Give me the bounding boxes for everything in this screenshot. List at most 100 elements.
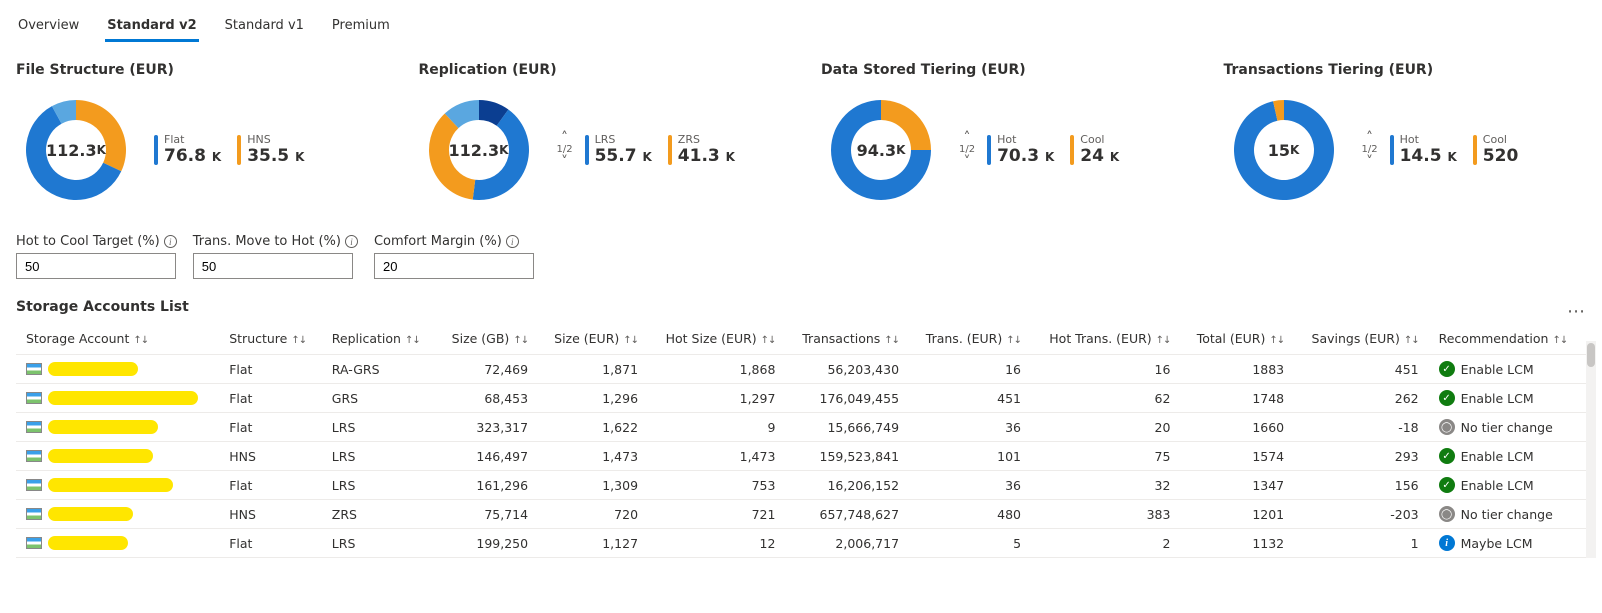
input-0[interactable]	[16, 253, 176, 279]
cell-replication: LRS	[322, 471, 436, 500]
table-row[interactable]: Flat LRS 161,296 1,309 753 16,206,152 36…	[16, 471, 1586, 500]
column-header-3[interactable]: Size (GB)↑↓	[436, 323, 538, 355]
legend-color-bar	[668, 135, 672, 165]
cell-total-eur: 1574	[1180, 442, 1294, 471]
cell-account	[16, 413, 219, 442]
chevron-up-icon[interactable]: ˄	[561, 131, 568, 145]
cell-savings-eur: 156	[1294, 471, 1428, 500]
input-2[interactable]	[374, 253, 534, 279]
recommendation-text: Enable LCM	[1461, 362, 1534, 377]
recommendation-text: Enable LCM	[1461, 449, 1534, 464]
column-header-6[interactable]: Transactions↑↓	[785, 323, 909, 355]
storage-account-icon	[26, 392, 42, 404]
donut-chart[interactable]: 94.3K	[821, 90, 941, 210]
vertical-scrollbar[interactable]	[1586, 341, 1596, 558]
recommendation-ok-icon: ✓	[1439, 390, 1455, 406]
cell-hot-size-eur: 753	[648, 471, 785, 500]
cell-structure: HNS	[219, 442, 322, 471]
recommendation-text: Enable LCM	[1461, 478, 1534, 493]
legend-label: Cool	[1080, 133, 1119, 146]
more-menu-icon[interactable]: ⋯	[1567, 301, 1586, 322]
cell-size-gb: 323,317	[436, 413, 538, 442]
cell-trans-eur: 36	[909, 471, 1031, 500]
legend-item-1-1: ZRS 41.3 K	[668, 133, 735, 167]
table-row[interactable]: Flat LRS 199,250 1,127 12 2,006,717 5 2 …	[16, 529, 1586, 558]
redacted-name	[48, 391, 198, 405]
table-row[interactable]: Flat GRS 68,453 1,296 1,297 176,049,455 …	[16, 384, 1586, 413]
cell-replication: LRS	[322, 529, 436, 558]
column-header-5[interactable]: Hot Size (EUR)↑↓	[648, 323, 785, 355]
chevron-down-icon[interactable]: ˅	[1366, 155, 1373, 169]
cell-hot-trans-eur: 383	[1031, 500, 1180, 529]
cell-hot-trans-eur: 20	[1031, 413, 1180, 442]
chart-title: Data Stored Tiering (EUR)	[821, 62, 1184, 78]
cell-recommendation: ✓ Enable LCM	[1429, 355, 1586, 384]
sort-arrows-icon: ↑↓	[509, 335, 528, 346]
tab-overview[interactable]: Overview	[16, 12, 81, 42]
legend-value: 14.5 K	[1400, 146, 1457, 166]
legend-value: 70.3 K	[997, 146, 1054, 166]
cell-hot-size-eur: 1,868	[648, 355, 785, 384]
tab-standard-v2[interactable]: Standard v2	[105, 12, 198, 42]
chart-title: Replication (EUR)	[419, 62, 782, 78]
donut-center-value: 94.3K	[821, 90, 941, 210]
storage-accounts-table: Storage Account↑↓Structure↑↓Replication↑…	[16, 323, 1586, 558]
cell-hot-trans-eur: 32	[1031, 471, 1180, 500]
column-header-7[interactable]: Trans. (EUR)↑↓	[909, 323, 1031, 355]
recommendation-text: Enable LCM	[1461, 391, 1534, 406]
column-header-1[interactable]: Structure↑↓	[219, 323, 322, 355]
input-1[interactable]	[193, 253, 353, 279]
legend-value: 55.7 K	[595, 146, 652, 166]
column-header-8[interactable]: Hot Trans. (EUR)↑↓	[1031, 323, 1180, 355]
chevron-down-icon[interactable]: ˅	[561, 155, 568, 169]
sort-arrows-icon: ↑↓	[1265, 335, 1284, 346]
cell-hot-size-eur: 12	[648, 529, 785, 558]
cell-trans-eur: 101	[909, 442, 1031, 471]
cell-size-eur: 720	[538, 500, 648, 529]
chart-3: Transactions Tiering (EUR) 15K ˄ 1/2 ˅ H…	[1224, 62, 1587, 210]
chevron-down-icon[interactable]: ˅	[964, 155, 971, 169]
recommendation-text: No tier change	[1461, 420, 1553, 435]
chevron-up-icon[interactable]: ˄	[964, 131, 971, 145]
legend-label: Hot	[997, 133, 1054, 146]
storage-account-icon	[26, 508, 42, 520]
vertical-scrollbar-thumb[interactable]	[1587, 343, 1595, 367]
cell-size-eur: 1,127	[538, 529, 648, 558]
cell-structure: Flat	[219, 413, 322, 442]
donut-chart[interactable]: 15K	[1224, 90, 1344, 210]
cell-structure: Flat	[219, 355, 322, 384]
cell-structure: HNS	[219, 500, 322, 529]
info-icon[interactable]: i	[506, 235, 519, 248]
cell-total-eur: 1347	[1180, 471, 1294, 500]
column-header-4[interactable]: Size (EUR)↑↓	[538, 323, 648, 355]
table-row[interactable]: HNS ZRS 75,714 720 721 657,748,627 480 3…	[16, 500, 1586, 529]
chevron-up-icon[interactable]: ˄	[1366, 131, 1373, 145]
cell-trans-eur: 480	[909, 500, 1031, 529]
info-icon[interactable]: i	[345, 235, 358, 248]
column-header-0[interactable]: Storage Account↑↓	[16, 323, 219, 355]
recommendation-text: No tier change	[1461, 507, 1553, 522]
cell-replication: ZRS	[322, 500, 436, 529]
chart-0: File Structure (EUR) 112.3K Flat 76.8 K …	[16, 62, 379, 210]
table-row[interactable]: Flat LRS 323,317 1,622 9 15,666,749 36 2…	[16, 413, 1586, 442]
cell-account	[16, 355, 219, 384]
recommendation-info-icon: i	[1439, 535, 1455, 551]
column-header-11[interactable]: Recommendation↑↓	[1429, 323, 1586, 355]
recommendation-none-icon: ◯	[1439, 506, 1455, 522]
column-header-9[interactable]: Total (EUR)↑↓	[1180, 323, 1294, 355]
cell-account	[16, 442, 219, 471]
legend-color-bar	[237, 135, 241, 165]
column-header-2[interactable]: Replication↑↓	[322, 323, 436, 355]
tab-premium[interactable]: Premium	[330, 12, 392, 42]
cell-size-gb: 161,296	[436, 471, 538, 500]
storage-accounts-table-wrap: Storage Account↑↓Structure↑↓Replication↑…	[16, 323, 1586, 558]
recommendation-none-icon: ◯	[1439, 419, 1455, 435]
table-row[interactable]: HNS LRS 146,497 1,473 1,473 159,523,841 …	[16, 442, 1586, 471]
column-header-10[interactable]: Savings (EUR)↑↓	[1294, 323, 1428, 355]
table-row[interactable]: Flat RA-GRS 72,469 1,871 1,868 56,203,43…	[16, 355, 1586, 384]
legend-color-bar	[1473, 135, 1477, 165]
donut-chart[interactable]: 112.3K	[419, 90, 539, 210]
info-icon[interactable]: i	[164, 235, 177, 248]
tab-standard-v1[interactable]: Standard v1	[223, 12, 306, 42]
donut-chart[interactable]: 112.3K	[16, 90, 136, 210]
